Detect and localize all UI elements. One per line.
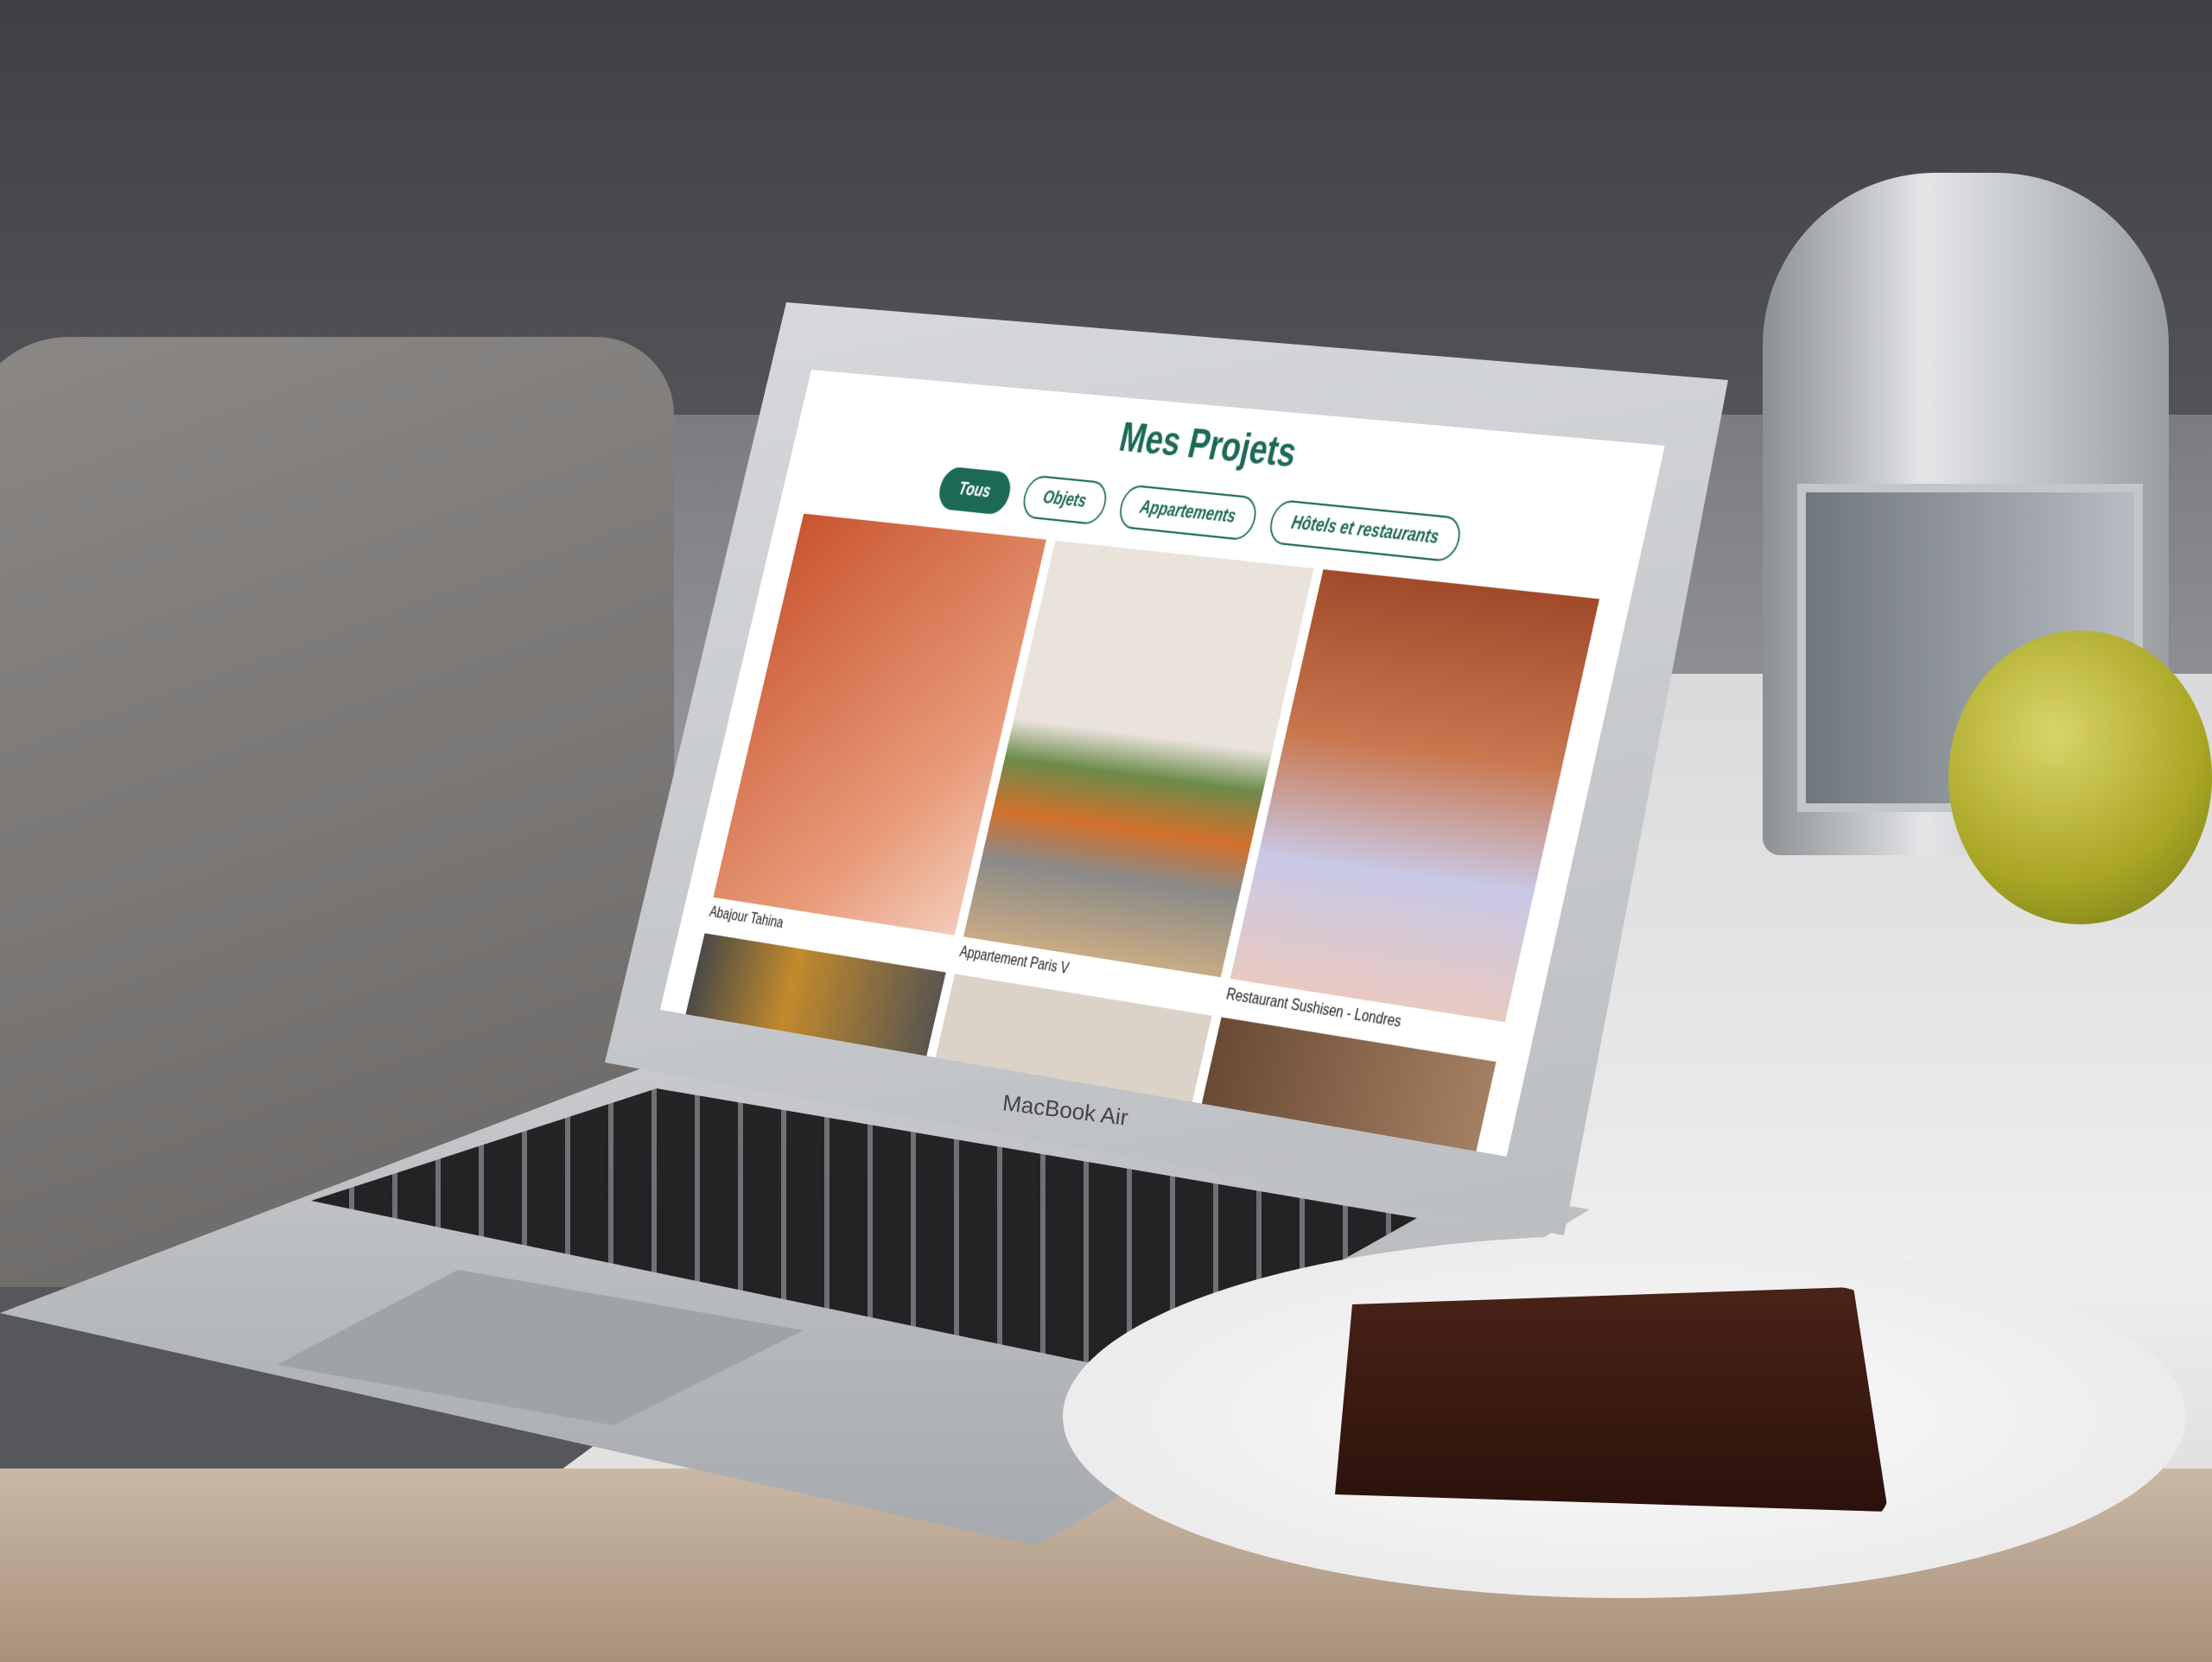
filter-hotels-restaurants[interactable]: Hôtels et restaurants bbox=[1266, 498, 1465, 563]
filter-tous[interactable]: Tous bbox=[935, 466, 1014, 516]
apple bbox=[1948, 631, 2212, 924]
cake bbox=[1335, 1287, 1888, 1512]
filter-appartements[interactable]: Appartements bbox=[1116, 484, 1261, 542]
filter-objets[interactable]: Objets bbox=[1019, 474, 1111, 526]
